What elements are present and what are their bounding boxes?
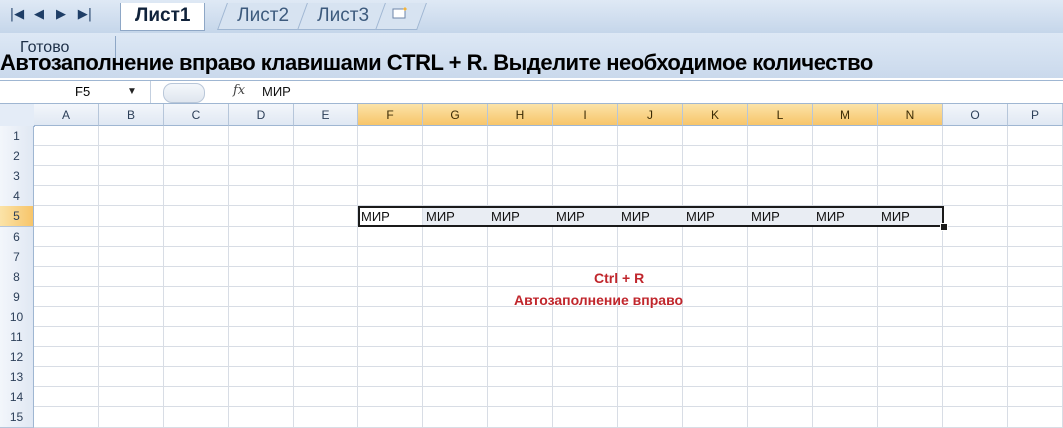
select-all-button[interactable]: [0, 104, 35, 127]
column-header-n[interactable]: N: [878, 104, 943, 126]
grid-column-line: [293, 126, 294, 427]
row-header-4[interactable]: 4: [0, 186, 34, 208]
next-sheet-button[interactable]: ▶: [52, 7, 70, 22]
column-header-e[interactable]: E: [294, 104, 358, 126]
name-box[interactable]: F5 ▼: [0, 81, 151, 103]
formula-input[interactable]: МИР: [262, 84, 291, 99]
tab-sheet1[interactable]: Лист1: [120, 3, 206, 31]
grid-column-line: [747, 126, 748, 427]
column-header-d[interactable]: D: [229, 104, 294, 126]
tab-sheet3-label: Лист3: [317, 5, 370, 26]
grid-row-line: [34, 245, 1063, 247]
column-header-b[interactable]: B: [99, 104, 164, 126]
row-header-9[interactable]: 9: [0, 286, 34, 308]
grid-column-line: [228, 126, 229, 427]
row-header-13[interactable]: 13: [0, 367, 34, 389]
annotation-shortcut: Ctrl + R: [594, 270, 645, 286]
grid-column-line: [357, 126, 358, 427]
row-header-15[interactable]: 15: [0, 407, 34, 428]
last-sheet-button[interactable]: ▶|: [76, 7, 94, 22]
grid-column-line: [812, 126, 813, 427]
grid-row-line: [34, 285, 1063, 287]
column-header-p[interactable]: P: [1008, 104, 1063, 126]
name-box-value: F5: [75, 84, 91, 99]
grid-row-line: [34, 265, 1063, 267]
column-header-g[interactable]: G: [423, 104, 488, 126]
tab-sheet2-label: Лист2: [237, 5, 290, 26]
grid-row-line: [34, 165, 1063, 167]
grid-column-line: [942, 126, 943, 427]
tab-sheet2[interactable]: Лист2: [217, 3, 309, 30]
row-header-11[interactable]: 11: [0, 327, 34, 348]
insert-function-icon[interactable]: fx: [233, 83, 245, 98]
grid-row-line: [34, 386, 1063, 388]
row-header-6[interactable]: 6: [0, 226, 34, 248]
first-sheet-button[interactable]: |◀: [8, 7, 26, 22]
column-header-k[interactable]: K: [683, 104, 748, 126]
column-header-c[interactable]: C: [164, 104, 229, 126]
insert-sheet-icon: [392, 7, 407, 19]
row-header-1[interactable]: 1: [0, 126, 34, 147]
row-header-3[interactable]: 3: [0, 166, 34, 188]
overlay-title: Автозаполнение вправо клавишами CTRL + R…: [0, 52, 1063, 74]
row-header-14[interactable]: 14: [0, 387, 34, 409]
column-header-i[interactable]: I: [553, 104, 618, 126]
tab-sheet3[interactable]: Лист3: [297, 3, 389, 30]
row-header-10[interactable]: 10: [0, 306, 34, 328]
annotation-description: Автозаполнение вправо: [514, 292, 684, 308]
formula-bar-resize-handle[interactable]: [163, 83, 205, 103]
row-header-12[interactable]: 12: [0, 347, 34, 369]
fill-handle[interactable]: [940, 223, 948, 231]
grid-column-line: [422, 126, 423, 427]
grid-row-line: [34, 346, 1063, 348]
formula-bar: F5 ▼ fx МИР: [0, 80, 1063, 104]
grid-row-line: [34, 326, 1063, 327]
grid-row-line: [34, 145, 1063, 147]
row-header-5[interactable]: 5: [0, 206, 34, 228]
column-header-m[interactable]: M: [813, 104, 878, 126]
grid-column-line: [552, 126, 553, 427]
column-header-l[interactable]: L: [748, 104, 813, 126]
grid-row-line: [34, 185, 1063, 187]
row-header-2[interactable]: 2: [0, 146, 34, 168]
sheet-tab-bar: |◀ ◀ ▶ ▶| Лист1 Лист2 Лист3: [0, 0, 1063, 34]
grid-row-line: [34, 406, 1063, 408]
prev-sheet-button[interactable]: ◀: [30, 7, 48, 22]
chevron-down-icon[interactable]: ▼: [127, 81, 137, 103]
row-header-7[interactable]: 7: [0, 246, 34, 268]
column-header-j[interactable]: J: [618, 104, 683, 126]
column-header-o[interactable]: O: [943, 104, 1008, 126]
grid-column-line: [1007, 126, 1008, 427]
row-header-8[interactable]: 8: [0, 266, 34, 288]
overlay-title-text: Автозаполнение вправо клавишами CTRL + R…: [0, 52, 873, 74]
column-header-h[interactable]: H: [488, 104, 553, 126]
grid-column-line: [98, 126, 99, 427]
selection-border: [358, 206, 944, 227]
grid-column-line: [487, 126, 488, 427]
grid-column-line: [163, 126, 164, 427]
column-header-f[interactable]: F: [358, 104, 423, 126]
column-header-a[interactable]: A: [34, 104, 99, 126]
grid-row-line: [34, 366, 1063, 368]
grid-column-line: [682, 126, 683, 427]
grid-column-line: [877, 126, 878, 427]
